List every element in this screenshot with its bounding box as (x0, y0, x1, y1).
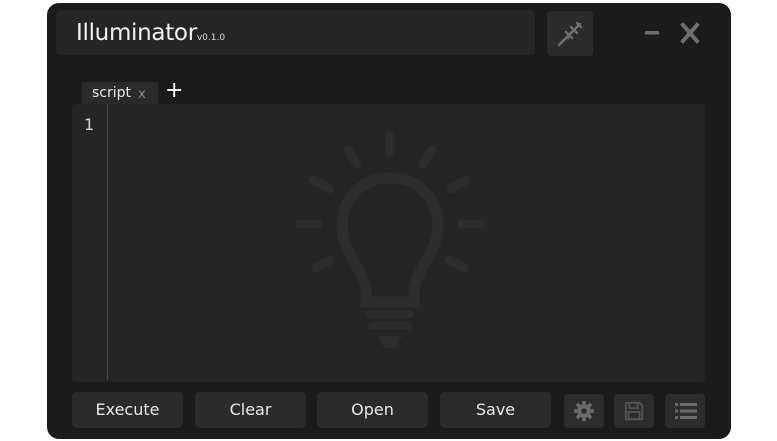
syringe-icon (557, 21, 583, 47)
close-icon (680, 22, 700, 44)
execute-button[interactable]: Execute (72, 392, 183, 428)
settings-button[interactable] (564, 394, 604, 428)
line-number: 1 (84, 115, 95, 134)
save-button[interactable]: Save (440, 392, 551, 428)
minimize-button[interactable] (637, 17, 667, 47)
inject-button[interactable] (547, 11, 593, 56)
add-tab-button[interactable]: + (165, 79, 183, 103)
minimize-icon (645, 31, 659, 35)
list-icon (675, 403, 697, 419)
tab-script[interactable]: script x (82, 82, 158, 106)
tab-label: script (92, 85, 132, 101)
clear-button[interactable]: Clear (195, 392, 306, 428)
app-name: Illuminator (76, 20, 197, 46)
floppy-disk-icon (624, 401, 644, 421)
title-bar: Illuminatorv0.1.0 (56, 10, 535, 55)
app-title: Illuminatorv0.1.0 (76, 20, 225, 51)
open-button[interactable]: Open (317, 392, 428, 428)
tab-close-button[interactable]: x (138, 87, 146, 102)
close-button[interactable] (675, 17, 705, 47)
lightbulb-icon (295, 131, 485, 348)
code-editor[interactable]: 1 (72, 104, 705, 382)
save-file-button[interactable] (614, 394, 654, 428)
gear-icon (573, 400, 595, 422)
line-gutter: 1 (72, 104, 108, 380)
app-window: Illuminatorv0.1.0 script x + 1 Execute C… (47, 3, 731, 439)
script-list-button[interactable] (665, 394, 705, 428)
app-version: v0.1.0 (196, 33, 226, 43)
